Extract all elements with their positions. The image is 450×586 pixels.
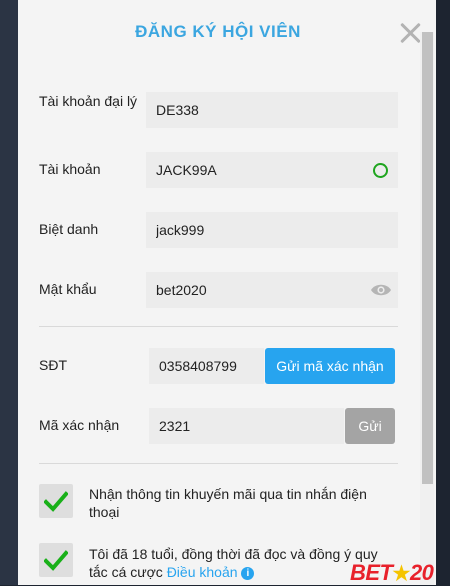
backdrop-right [436,0,450,585]
agent-account-input[interactable] [146,92,398,128]
nickname-input[interactable] [146,212,398,248]
nickname-label: Biệt danh [39,221,99,237]
promo-checkbox[interactable] [39,484,73,518]
account-input[interactable] [146,152,398,188]
password-input[interactable] [146,272,398,308]
star-icon: ★ [392,563,411,585]
info-icon[interactable]: i [241,566,255,580]
terms-checkbox[interactable] [39,543,73,577]
agent-account-label: Tài khoản đại lý [39,93,138,109]
bet20-logo: BET★20 [350,560,434,586]
send-button[interactable]: Gửi [345,408,395,444]
valid-circle-icon [373,163,388,178]
register-modal: ĐĂNG KÝ HỘI VIÊN Tài khoản đại lý Tài kh… [18,0,436,585]
divider [39,326,398,327]
scrollbar-thumb[interactable] [422,32,433,484]
logo-prefix: BET [350,560,393,585]
modal-title: ĐĂNG KÝ HỘI VIÊN [135,22,301,41]
send-code-button[interactable]: Gửi mã xác nhận [265,348,395,384]
verification-label: Mã xác nhận [39,417,120,433]
divider [39,463,398,464]
account-label: Tài khoản [39,161,101,177]
check-icon [44,550,68,571]
verification-input[interactable] [149,408,344,444]
logo-suffix: 20 [409,560,434,585]
password-label: Mật khẩu [39,281,97,297]
eye-icon[interactable] [370,283,392,297]
terms-link[interactable]: Điều khoản [167,564,238,580]
promo-label: Nhận thông tin khuyến mãi qua tin nhắn đ… [89,486,367,520]
phone-input[interactable] [149,348,264,384]
phone-label: SĐT [39,357,67,373]
check-icon [44,491,68,512]
terms-label: Tôi đã 18 tuổi, đồng thời đã đọc và đồng… [89,545,389,581]
